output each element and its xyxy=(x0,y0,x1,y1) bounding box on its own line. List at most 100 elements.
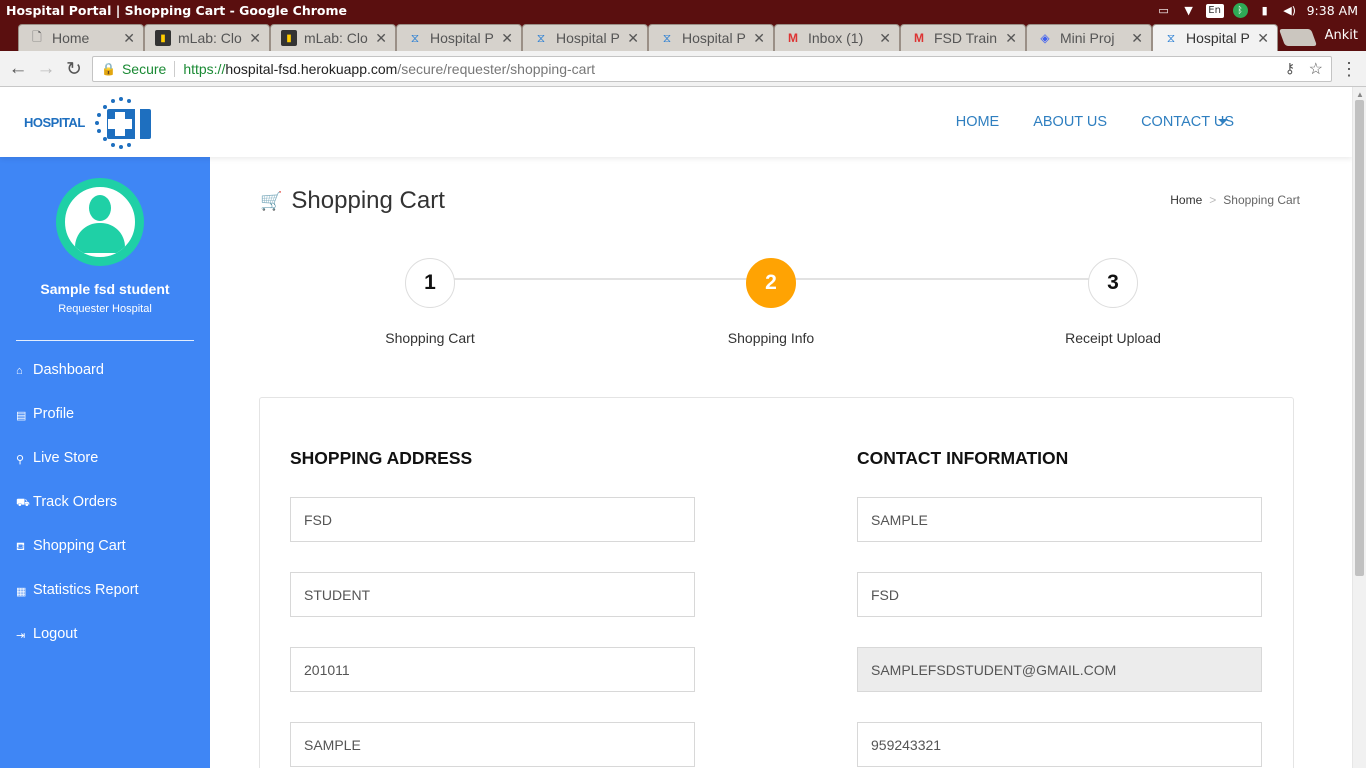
address-bar[interactable]: 🔒 Secure https:// hospital-fsd.herokuapp… xyxy=(92,56,1332,82)
sidebar-item-logout[interactable]: ⇥ Logout xyxy=(16,626,139,670)
keyboard-lang-icon[interactable]: En xyxy=(1205,3,1224,18)
contact-field-1[interactable] xyxy=(857,497,1262,542)
nav-dropdown-caret-icon[interactable] xyxy=(1218,119,1228,124)
bookmark-star-icon[interactable]: ☆ xyxy=(1309,59,1323,79)
breadcrumb-home[interactable]: Home xyxy=(1170,193,1202,207)
wifi-icon[interactable]: ▼ xyxy=(1181,4,1197,18)
tab-label: mLab: Clo xyxy=(304,30,368,46)
sidebar-item-dashboard[interactable]: ⌂ Dashboard xyxy=(16,362,139,406)
close-tab-icon[interactable]: ✕ xyxy=(1005,30,1017,47)
tab-inbox[interactable]: M Inbox (1) ✕ xyxy=(774,24,900,51)
sidebar-item-live-store[interactable]: ⚲ Live Store xyxy=(16,450,139,494)
close-tab-icon[interactable]: ✕ xyxy=(249,30,261,47)
tab-fsd-training[interactable]: M FSD Train ✕ xyxy=(900,24,1026,51)
avatar[interactable] xyxy=(56,178,144,266)
page-title: 🛒 Shopping Cart xyxy=(260,187,445,215)
logo-text: HOSPITAL xyxy=(24,114,85,130)
browser-menu-icon[interactable]: ⋮ xyxy=(1340,59,1358,80)
sidebar-item-label: Statistics Report xyxy=(33,582,139,598)
gmail-icon: M xyxy=(788,31,798,45)
mlab-icon: ▮ xyxy=(281,30,297,46)
close-tab-icon[interactable]: ✕ xyxy=(1131,30,1143,47)
logout-icon: ⇥ xyxy=(16,630,26,642)
tab-hospital-2[interactable]: ⧖ Hospital P ✕ xyxy=(522,24,648,51)
address-field-4[interactable] xyxy=(290,722,695,767)
secure-label: Secure xyxy=(121,61,167,77)
sidebar: Sample fsd student Requester Hospital ⌂ D… xyxy=(0,157,210,768)
close-tab-icon[interactable]: ✕ xyxy=(123,30,135,47)
screen-icon[interactable]: ▭ xyxy=(1156,4,1172,18)
step-3-label: Receipt Upload xyxy=(1065,330,1161,346)
scroll-up-icon[interactable]: ▲ xyxy=(1356,90,1364,99)
profile-user-name[interactable]: Ankit xyxy=(1325,28,1358,43)
close-tab-icon[interactable]: ✕ xyxy=(879,30,891,47)
window-title: Hospital Portal | Shopping Cart - Google… xyxy=(6,3,347,18)
sidebar-item-label: Logout xyxy=(33,626,78,642)
volume-icon[interactable]: ◀) xyxy=(1282,4,1298,18)
tab-label: Hospital P xyxy=(682,30,746,46)
browser-toolbar: ← → ↻ 🔒 Secure https:// hospital-fsd.her… xyxy=(0,51,1366,87)
key-icon[interactable]: ⚷ xyxy=(1285,60,1295,77)
sidebar-item-statistics-report[interactable]: ▦ Statistics Report xyxy=(16,582,139,626)
shopping-info-card: SHOPPING ADDRESS CONTACT INFORMATION xyxy=(259,397,1294,768)
breadcrumb-current: Shopping Cart xyxy=(1223,193,1300,207)
scrollbar-thumb[interactable] xyxy=(1355,100,1364,576)
cart-icon: 🛒 xyxy=(260,190,283,211)
sidebar-item-label: Track Orders xyxy=(33,494,118,510)
address-field-2[interactable] xyxy=(290,572,695,617)
tab-mini-project[interactable]: ◈ Mini Proj ✕ xyxy=(1026,24,1152,51)
close-tab-icon[interactable]: ✕ xyxy=(1257,30,1269,47)
tab-hospital-1[interactable]: ⧖ Hospital P ✕ xyxy=(396,24,522,51)
home-icon: ⌂ xyxy=(16,365,23,377)
close-tab-icon[interactable]: ✕ xyxy=(753,30,765,47)
step-1-label: Shopping Cart xyxy=(385,330,475,346)
close-tab-icon[interactable]: ✕ xyxy=(627,30,639,47)
nav-about-us[interactable]: ABOUT US xyxy=(1033,114,1107,130)
shopping-address-heading: SHOPPING ADDRESS xyxy=(290,448,473,468)
forward-icon[interactable]: → xyxy=(34,57,58,81)
contact-field-2[interactable] xyxy=(857,572,1262,617)
clock[interactable]: 9:38 AM xyxy=(1307,3,1358,18)
new-tab-button[interactable] xyxy=(1278,29,1318,46)
address-field-1[interactable] xyxy=(290,497,695,542)
reload-icon[interactable]: ↻ xyxy=(62,57,86,81)
tab-home[interactable]: 🗋 Home ✕ xyxy=(18,24,144,51)
battery-icon[interactable]: ▮ xyxy=(1257,4,1273,18)
hospital-icon: ⧖ xyxy=(536,30,546,45)
search-icon: ⚲ xyxy=(16,454,25,466)
tab-mlab-1[interactable]: ▮ mLab: Clo ✕ xyxy=(144,24,270,51)
user-name: Sample fsd student xyxy=(40,281,170,297)
close-tab-icon[interactable]: ✕ xyxy=(501,30,513,47)
page-scrollbar[interactable]: ▲ xyxy=(1352,87,1366,768)
report-icon: ▦ xyxy=(16,586,27,598)
nav-home[interactable]: HOME xyxy=(956,114,1000,130)
bluetooth-icon[interactable]: ᛒ xyxy=(1232,3,1248,18)
page-icon: 🗋 xyxy=(32,29,42,44)
user-role: Requester Hospital xyxy=(58,303,152,315)
url-host: hospital-fsd.herokuapp.com xyxy=(225,61,398,77)
hospital-icon: ⧖ xyxy=(662,30,672,45)
cart-icon: ⛾ xyxy=(16,541,25,553)
sidebar-item-track-orders[interactable]: ⛟ Track Orders xyxy=(16,494,139,538)
address-field-3[interactable] xyxy=(290,647,695,692)
tab-label: Hospital P xyxy=(1186,30,1250,46)
hospital-logo[interactable]: HOSPITAL xyxy=(24,95,164,149)
tab-mlab-2[interactable]: ▮ mLab: Clo ✕ xyxy=(270,24,396,51)
sidebar-item-shopping-cart[interactable]: ⛾ Shopping Cart xyxy=(16,538,139,582)
step-2-circle[interactable]: 2 xyxy=(746,258,796,308)
sidebar-item-profile[interactable]: ▤ Profile xyxy=(16,406,139,450)
back-icon[interactable]: ← xyxy=(6,57,30,81)
tab-label: Hospital P xyxy=(556,30,620,46)
hospital-icon: ⧖ xyxy=(1166,30,1176,45)
tab-hospital-3[interactable]: ⧖ Hospital P ✕ xyxy=(648,24,774,51)
truck-icon: ⛟ xyxy=(16,497,30,509)
sidebar-menu: ⌂ Dashboard ▤ Profile ⚲ Live Store ⛟ Track O… xyxy=(16,362,139,670)
close-tab-icon[interactable]: ✕ xyxy=(375,30,387,47)
tab-hospital-active[interactable]: ⧖ Hospital P ✕ xyxy=(1152,24,1278,51)
logo-cross-icon xyxy=(94,97,151,149)
email-field[interactable] xyxy=(857,647,1262,692)
step-1-circle[interactable]: 1 xyxy=(405,258,455,308)
step-3-circle[interactable]: 3 xyxy=(1088,258,1138,308)
phone-field[interactable] xyxy=(857,722,1262,767)
system-tray: ▭ ▼ En ᛒ ▮ ◀) 9:38 AM xyxy=(1156,0,1366,21)
